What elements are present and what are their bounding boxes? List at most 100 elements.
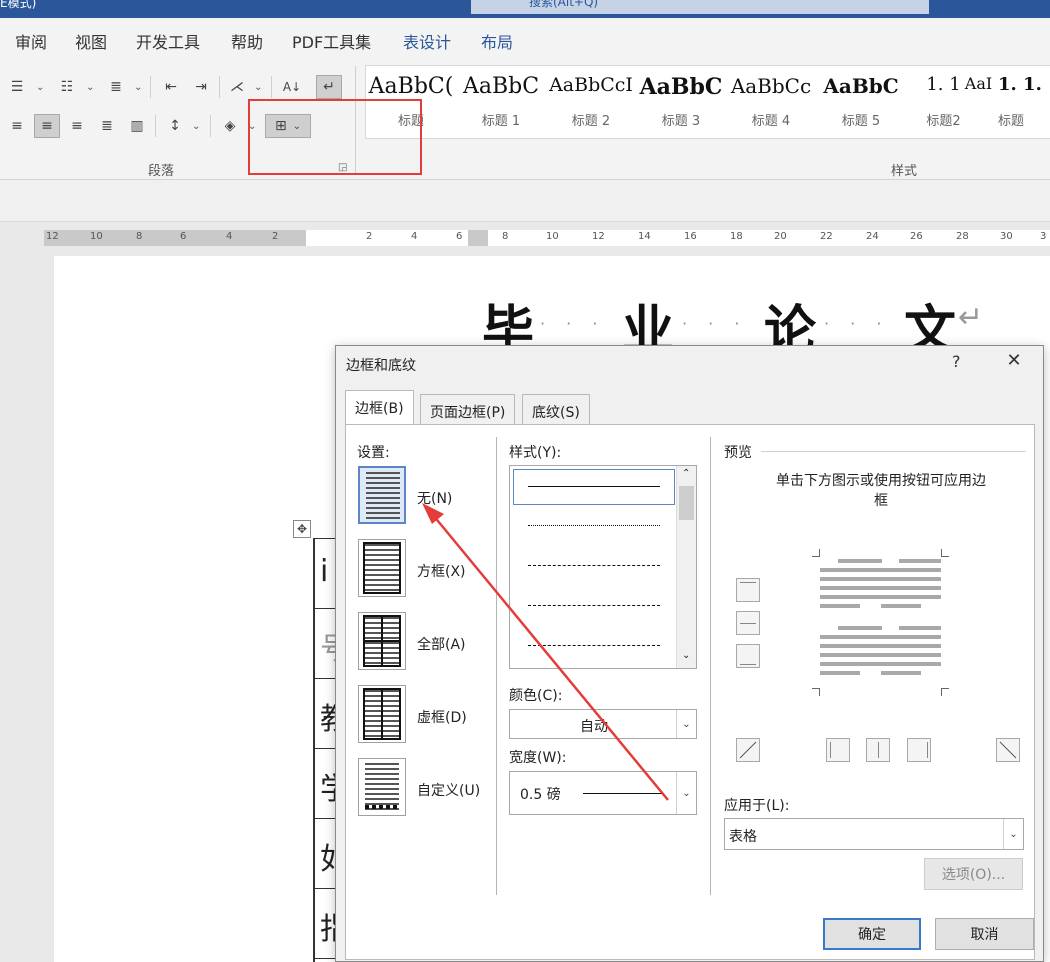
preview-hint: 单击下方图示或使用按钮可应用边框 [776, 473, 986, 509]
dialog-title: 边框和底纹 [346, 358, 416, 374]
line-style-dotted[interactable] [528, 525, 660, 526]
setting-all-label[interactable]: 全部(A) [417, 634, 466, 654]
width-select[interactable]: 0.5 磅 ⌄ [509, 771, 697, 815]
chevron-down-icon[interactable]: ⌄ [682, 650, 690, 661]
tab-help[interactable]: 帮助 [231, 29, 263, 53]
chevron-down-icon[interactable]: ⌄ [86, 82, 94, 93]
search-box[interactable]: 搜索(Alt+Q) [471, 0, 929, 14]
style-item[interactable]: AaI [956, 74, 1001, 110]
table-move-handle-icon[interactable]: ✥ [293, 520, 311, 538]
inside-horizontal-border-button[interactable] [736, 611, 760, 635]
justify-icon[interactable]: ≣ [94, 114, 120, 138]
numbering-icon[interactable]: ☷ [54, 75, 80, 99]
tab-developer[interactable]: 开发工具 [136, 29, 200, 53]
right-border-button[interactable] [907, 738, 931, 762]
line-style-solid[interactable] [528, 486, 660, 487]
increase-indent-icon[interactable]: ⇥ [188, 75, 214, 99]
chevron-down-icon[interactable]: ⌄ [1003, 819, 1023, 849]
sort-icon[interactable]: A↓ [279, 75, 305, 99]
style-item[interactable]: AaBbC 标题 5 [816, 74, 906, 129]
line-style-dash[interactable] [528, 605, 660, 606]
tab-borders[interactable]: 边框(B) [345, 390, 414, 425]
line-style-list[interactable]: ⌃ ⌄ [509, 465, 697, 669]
apply-to-label: 应用于(L): [724, 798, 790, 814]
search-input[interactable]: 搜索(Alt+Q) [529, 0, 598, 10]
text-direction-icon[interactable]: ⋌ [224, 75, 250, 99]
setting-none-icon[interactable] [358, 466, 406, 524]
distributed-icon[interactable]: ▥ [124, 114, 150, 138]
align-center-icon[interactable]: ≡ [34, 114, 60, 138]
top-border-button[interactable] [736, 578, 760, 602]
left-border-button[interactable] [826, 738, 850, 762]
shading-icon[interactable]: ◈ [217, 114, 243, 138]
diagonal-up-border-button[interactable] [996, 738, 1020, 762]
space-dots: · · · [540, 314, 606, 333]
chevron-down-icon[interactable]: ⌄ [254, 82, 262, 93]
style-item[interactable]: AaBbCcI 标题 2 [546, 74, 636, 129]
ok-button[interactable]: 确定 [823, 918, 921, 950]
chevron-down-icon[interactable]: ⌄ [134, 82, 142, 93]
style-item[interactable]: AaBbC 标题 1 [456, 74, 546, 129]
color-label: 颜色(C): [509, 688, 563, 704]
tab-layout[interactable]: 布局 [481, 29, 513, 53]
setting-box-icon[interactable] [358, 539, 406, 597]
setting-box-label[interactable]: 方框(X) [417, 561, 466, 581]
setting-none-label[interactable]: 无(N) [417, 488, 452, 508]
styles-gallery: AaBbC(标题 AaBbC 标题 1 AaBbCcI 标题 2 AaBbC 标题 3… [365, 65, 1050, 139]
preview-label: 预览 [724, 445, 752, 461]
close-icon[interactable]: ✕ [1002, 350, 1026, 371]
setting-grid-label[interactable]: 虚框(D) [417, 707, 467, 727]
bullets-icon[interactable]: ☰ [4, 75, 30, 99]
scroll-thumb[interactable] [679, 486, 694, 520]
show-marks-icon[interactable]: ↵ [316, 75, 342, 99]
chevron-down-icon[interactable]: ⌄ [36, 82, 44, 93]
ribbon: ☰ ⌄ ☷ ⌄ ≣ ⌄ ⇤ ⇥ ⋌ ⌄ A↓ ↵ ≡ ≡ ≡ ≣ ▥ ↕ ⌄ ◈ ⌄ ⊞ ⌄ … [0, 58, 1050, 180]
help-button[interactable]: ? [952, 352, 961, 371]
align-left-icon[interactable]: ≡ [4, 114, 30, 138]
setting-custom-label[interactable]: 自定义(U) [417, 780, 480, 800]
chevron-down-icon[interactable]: ⌄ [192, 121, 200, 132]
styles-group-label: 样式 [891, 164, 918, 179]
annotation-highlight-box [248, 99, 422, 175]
setting-custom-icon[interactable] [358, 758, 406, 816]
apply-to-select[interactable]: 表格 ⌄ [724, 818, 1024, 850]
tab-pdf-tools[interactable]: PDF工具集 [292, 29, 371, 53]
setting-all-icon[interactable] [358, 612, 406, 670]
line-spacing-icon[interactable]: ↕ [162, 114, 188, 138]
style-item[interactable]: AaBbCc 标题 4 [726, 74, 816, 129]
tab-shading[interactable]: 底纹(S) [522, 394, 590, 424]
tab-view[interactable]: 视图 [75, 29, 107, 53]
decrease-indent-icon[interactable]: ⇤ [158, 75, 184, 99]
inside-vertical-border-button[interactable] [866, 738, 890, 762]
dialog-body: 设置: 无(N) 方框(X) 全部(A) 虚框(D) 自定义(U) 样式(Y):… [345, 424, 1035, 960]
ribbon-collapsed-area [0, 180, 1050, 222]
chevron-down-icon[interactable]: ⌄ [676, 710, 696, 738]
options-button[interactable]: 选项(O)... [924, 858, 1023, 890]
space-dots: · · · [824, 314, 890, 333]
chevron-up-icon[interactable]: ⌃ [682, 468, 690, 479]
line-style-dash-dot[interactable] [528, 645, 660, 646]
line-style-dashed[interactable] [528, 565, 660, 566]
tab-table-design[interactable]: 表设计 [403, 29, 451, 53]
cancel-button[interactable]: 取消 [935, 918, 1034, 950]
setting-label: 设置: [357, 445, 390, 461]
horizontal-ruler[interactable]: 12 10 8 6 4 2 2 4 6 8 10 12 14 16 18 20 … [44, 230, 1050, 246]
align-right-icon[interactable]: ≡ [64, 114, 90, 138]
chevron-down-icon[interactable]: ⌄ [676, 772, 696, 814]
paragraph-mark-icon: ↵ [958, 300, 984, 335]
tab-page-border[interactable]: 页面边框(P) [420, 394, 516, 424]
title-bar: E模式) 搜索(Alt+Q) [0, 0, 1050, 18]
window-title: E模式) [0, 0, 37, 10]
ribbon-tab-bar: 审阅 视图 开发工具 帮助 PDF工具集 表设计 布局 [0, 18, 1050, 58]
diagonal-down-border-button[interactable] [736, 738, 760, 762]
style-item[interactable]: AaBbC 标题 3 [636, 74, 726, 129]
table-cell-text: i [320, 554, 329, 589]
multilevel-list-icon[interactable]: ≣ [103, 75, 129, 99]
setting-grid-icon[interactable] [358, 685, 406, 743]
scrollbar[interactable]: ⌃ ⌄ [676, 466, 696, 668]
color-select[interactable]: 自动 ⌄ [509, 709, 697, 739]
bottom-border-button[interactable] [736, 644, 760, 668]
tab-review[interactable]: 审阅 [15, 29, 47, 53]
style-item[interactable]: 1. 1. 标题 [998, 74, 1050, 129]
paragraph-group-label: 段落 [148, 164, 175, 179]
